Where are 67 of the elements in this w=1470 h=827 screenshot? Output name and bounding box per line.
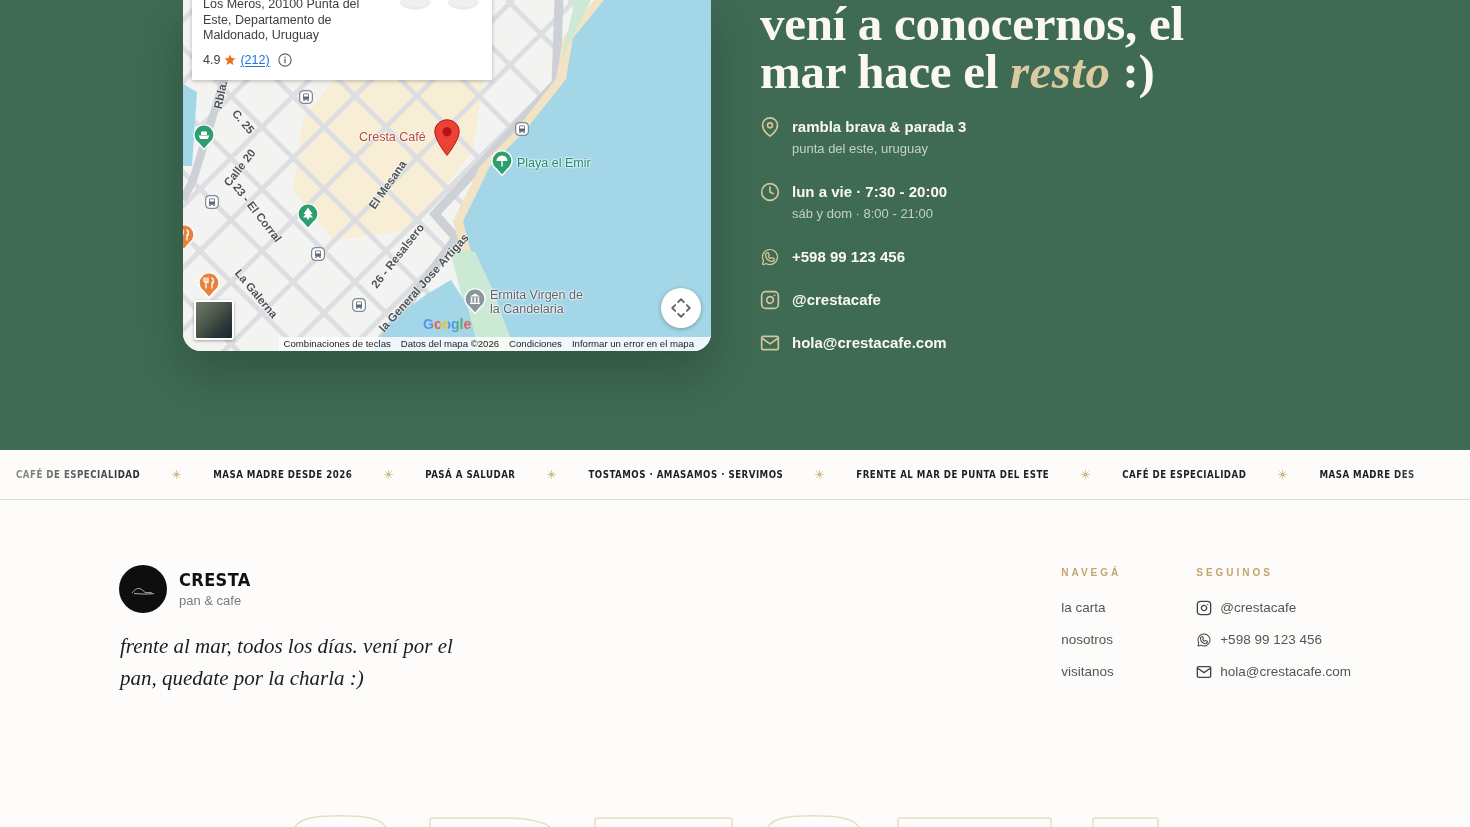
bus-stop-icon[interactable] [515,122,529,136]
instagram-icon [760,290,780,310]
frame-outline [1092,817,1159,827]
star-icon [224,53,237,66]
marquee-text: CAFÉ DE ESPECIALIDAD [16,467,141,482]
whatsapp-icon [1196,632,1213,648]
logo-icon[interactable] [119,565,167,613]
boat-marker-icon[interactable] [193,124,215,150]
contact-text: rambla brava & parada 3 [792,117,968,137]
bus-stop-icon[interactable] [205,195,219,209]
marquee-text: FRENTE AL MAR DE PUNTA DEL ESTE [856,467,1050,482]
columns-marker-icon[interactable] [464,288,486,314]
sun-icon [547,470,557,479]
sun-icon [815,470,825,479]
marquee-text: MASA MADRE DESDE 2026 [213,467,353,482]
fork-knife-marker-icon[interactable] [198,272,220,298]
footer-link[interactable]: @crestacafe [1196,598,1297,618]
reviews-link[interactable]: (212) [240,51,270,68]
bus-stop-icon[interactable] [311,247,325,261]
fork-knife-marker-icon[interactable] [183,224,195,250]
sun-icon [1081,470,1091,479]
map-pin-icon [760,117,780,137]
instagram-icon [1196,600,1213,616]
bus-stop-icon[interactable] [299,90,313,104]
footer-link[interactable]: la carta [1061,598,1106,618]
contact-text[interactable]: @crestacafe [792,289,1240,311]
attribution-link[interactable]: Combinaciones de teclas [278,337,396,351]
column-title: NAVEGÁ [1061,566,1123,580]
mail-icon [1196,664,1213,680]
footer-link[interactable]: hola@crestacafe.com [1196,662,1351,682]
sun-icon [172,470,182,479]
clock-icon [760,182,780,202]
marquee-text: TOSTAMOS · AMASAMOS · SERVIMOS [588,467,784,482]
brand-tagline: pan & cafe [179,591,243,610]
mail-icon [760,333,780,353]
contact-detail: sáb y dom · 8:00 - 21:00 [792,205,934,223]
sun-icon [1278,470,1288,479]
map-pin-icon[interactable] [434,119,460,156]
marquee-text: MASA MADRE DES [1319,467,1415,482]
brand-name: CRESTA [179,568,251,591]
expand-icon [671,298,691,318]
marquee-text: PASÁ A SALUDAR [425,467,516,482]
photo-placeholder[interactable] [194,300,234,340]
sun-icon [384,470,394,479]
rating-value: 4.9 [203,51,221,68]
column-title: SEGUINOS [1196,566,1275,580]
street-label: Rbla. [211,79,231,111]
contact-detail: punta del este, uruguay [792,140,929,158]
footer-link[interactable]: +598 99 123 456 [1196,630,1322,650]
contact-text[interactable]: +598 99 123 456 [792,246,1240,268]
attribution-link[interactable]: Datos del mapa ©2026 [395,337,505,351]
whatsapp-icon [760,247,780,267]
attribution-link[interactable]: Informar un error en el mapa [566,337,699,351]
bus-stop-icon[interactable] [352,298,366,312]
place-label[interactable]: Ermita Virgen de la Candelaria [490,288,590,316]
attribution-link[interactable]: Condiciones [504,337,567,351]
contact-text[interactable]: hola@crestacafe.com [792,332,1240,354]
street-label: C. 25 [229,107,257,137]
brand-motto: frente al mar, todos los días. vení por el pan, quedate por la charla :) [120,633,454,692]
info-icon[interactable] [277,52,292,67]
tree-marker-icon[interactable] [297,203,319,229]
place-label[interactable]: Cresta Café [359,130,426,144]
footer-link[interactable]: nosotros [1061,630,1113,650]
marquee-text: CAFÉ DE ESPECIALIDAD [1122,467,1247,482]
footer-link[interactable]: visitanos [1061,662,1114,682]
umbrella-marker-icon[interactable] [491,150,513,176]
contact-text: lun a vie · 7:30 - 20:00 [792,182,949,202]
